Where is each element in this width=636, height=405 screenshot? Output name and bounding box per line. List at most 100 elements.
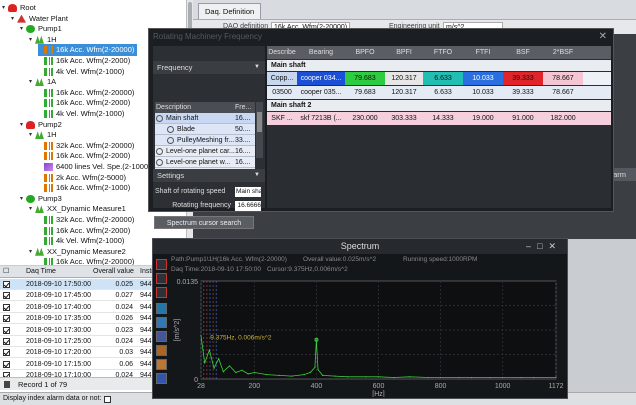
table-cell: 182.000: [550, 115, 576, 122]
col-insti[interactable]: Insti: [140, 266, 153, 278]
cursor-text: Cursor:9.375Hz,0.006m/s^2: [267, 266, 348, 273]
table-cell: 10.033: [472, 89, 494, 96]
wf-g-icon: [44, 226, 53, 235]
scroll-thumb[interactable]: [257, 112, 262, 132]
y-tick-label: 0: [194, 377, 198, 384]
chevron-down-icon: ▼: [254, 64, 260, 70]
col-bpfo[interactable]: BPFO: [345, 46, 385, 59]
display-alarm-checkbox[interactable]: [104, 396, 111, 403]
plant-icon: [17, 14, 26, 23]
peak-icon[interactable]: [156, 303, 167, 314]
row-checkbox[interactable]: [3, 315, 10, 323]
settings-section[interactable]: Settings ▼: [153, 169, 265, 182]
spectrum-point: [489, 376, 491, 379]
spectrum-point: [235, 371, 237, 374]
col-ftfo[interactable]: FTFO: [423, 46, 463, 59]
row-checkbox[interactable]: [3, 281, 10, 288]
list-item[interactable]: Blade 50....: [155, 124, 255, 135]
spectrum-point: [520, 376, 522, 379]
spectrum-point: [266, 374, 268, 376]
table-cell: 230.000: [352, 115, 378, 122]
chevron-down-icon[interactable]: ▾: [29, 129, 35, 141]
table-cell: SKF ...: [271, 115, 293, 122]
col-bpfi[interactable]: BPFI: [385, 46, 423, 59]
close-icon[interactable]: ✕: [548, 241, 562, 251]
frequency-icon: [167, 137, 174, 144]
col-bearing[interactable]: Bearing: [297, 46, 345, 59]
chevron-down-icon: ▼: [254, 172, 260, 178]
wf-g-icon: [44, 99, 53, 108]
spectrum-plot[interactable]: 28 200 400 600 800 1000 1172 0 0.0135 [m/s^2] [Hz]…: [171, 279, 566, 397]
col-ftfi[interactable]: FTFI: [463, 46, 503, 59]
minimize-icon[interactable]: –: [526, 241, 537, 251]
meas-icon: [35, 78, 44, 87]
tab-daq-definition[interactable]: Daq. Definition: [198, 3, 262, 19]
running-speed-text: Running speed:1000RPM: [403, 256, 478, 263]
table-row[interactable]: 03500 cooper 035... 79.683 120.317 6.633 10.0…: [267, 86, 611, 99]
list-item[interactable]: Level-one planet w... 16....: [155, 157, 255, 168]
chevron-down-icon[interactable]: ▾: [29, 203, 35, 215]
tree-node[interactable]: 16k Acc. Wfm(2-20000): [38, 256, 134, 265]
sideband-icon[interactable]: [156, 287, 167, 298]
row-checkbox[interactable]: [3, 292, 10, 300]
select-all-icon[interactable]: ☐: [3, 266, 9, 278]
frequency-section[interactable]: Frequency ▼: [153, 61, 265, 74]
col-daq-time[interactable]: Daq Time: [26, 266, 56, 278]
row-checkbox[interactable]: [3, 349, 10, 357]
close-icon[interactable]: ✕: [599, 30, 607, 43]
table-cell: 79.683: [354, 75, 376, 82]
spectrum-cursor-search-button[interactable]: Spectrum cursor search: [154, 216, 254, 229]
fit-icon[interactable]: [156, 331, 167, 342]
col-describe[interactable]: Describe: [267, 46, 297, 59]
table-cell: 79.683: [354, 89, 376, 96]
row-checkbox[interactable]: [3, 338, 10, 345]
table-cell: cooper 035...: [300, 89, 342, 96]
table-row[interactable]: Copp... cooper 034... 79.683 120.317 6.633 10…: [267, 72, 611, 85]
table-cell: 0.024: [115, 303, 133, 311]
col-bsf[interactable]: BSF: [503, 46, 543, 59]
col-overall-value[interactable]: Overall value: [93, 266, 134, 278]
col-description[interactable]: Description: [156, 102, 191, 113]
spectrum-point: [458, 376, 460, 379]
table-row[interactable]: SKF ... skf 7213B (... 230.000 303.333 14.33…: [267, 112, 611, 125]
frequency-icon: [167, 126, 174, 133]
pointer-icon[interactable]: [156, 373, 167, 384]
group-row[interactable]: Main shaft 2: [267, 100, 611, 111]
hand-icon[interactable]: [156, 359, 167, 370]
spectrum-point: [253, 371, 255, 374]
table-cell: 78.667: [552, 75, 574, 82]
list-item[interactable]: PulleyMeshing fr... 33....: [155, 135, 255, 146]
row-checkbox[interactable]: [3, 303, 10, 311]
x-tick-label: 1000: [495, 383, 511, 390]
maximize-icon[interactable]: □: [537, 241, 548, 251]
table-cell: 944: [140, 281, 152, 288]
wf-o-icon: [44, 152, 53, 161]
pan-icon[interactable]: [156, 345, 167, 356]
cursor-icon[interactable]: [156, 259, 167, 270]
chevron-down-icon[interactable]: ▾: [29, 76, 35, 88]
list-item[interactable]: Level-one planet car... 16....: [155, 146, 255, 157]
spectrum-point: [334, 375, 336, 377]
bearing-table-header: Describe Bearing BPFO BPFI FTFO FTFI BSF 2*BSF: [267, 46, 611, 59]
table-cell: 6.633: [434, 89, 452, 96]
group-row[interactable]: Main shaft: [267, 60, 611, 71]
row-checkbox[interactable]: [3, 326, 10, 334]
spectrum-point: [314, 366, 316, 368]
chevron-down-icon[interactable]: ▾: [29, 34, 35, 46]
wf-g-icon: [44, 237, 53, 246]
spectrum-point: [315, 339, 318, 341]
table-cell: 2018-09-10 17:40:00: [26, 303, 91, 311]
frequency-list-scrollbar[interactable]: [256, 102, 263, 158]
list-item[interactable]: Main shaft 16....: [155, 113, 255, 124]
zoom-icon[interactable]: [156, 317, 167, 328]
chevron-down-icon[interactable]: ▾: [11, 13, 17, 25]
col-2-bsf[interactable]: 2*BSF: [543, 46, 583, 59]
list-item-frequency: 16....: [235, 148, 251, 155]
rotating-frequency-input[interactable]: 16.6666: [235, 201, 261, 211]
shaft-select[interactable]: Main shaft: [235, 187, 261, 197]
chevron-down-icon[interactable]: ▾: [29, 246, 35, 258]
row-checkbox[interactable]: [3, 360, 10, 368]
x-tick-label: 600: [373, 383, 385, 390]
harmonic-icon[interactable]: [156, 273, 167, 284]
col-frequency[interactable]: Fre...: [235, 102, 251, 113]
